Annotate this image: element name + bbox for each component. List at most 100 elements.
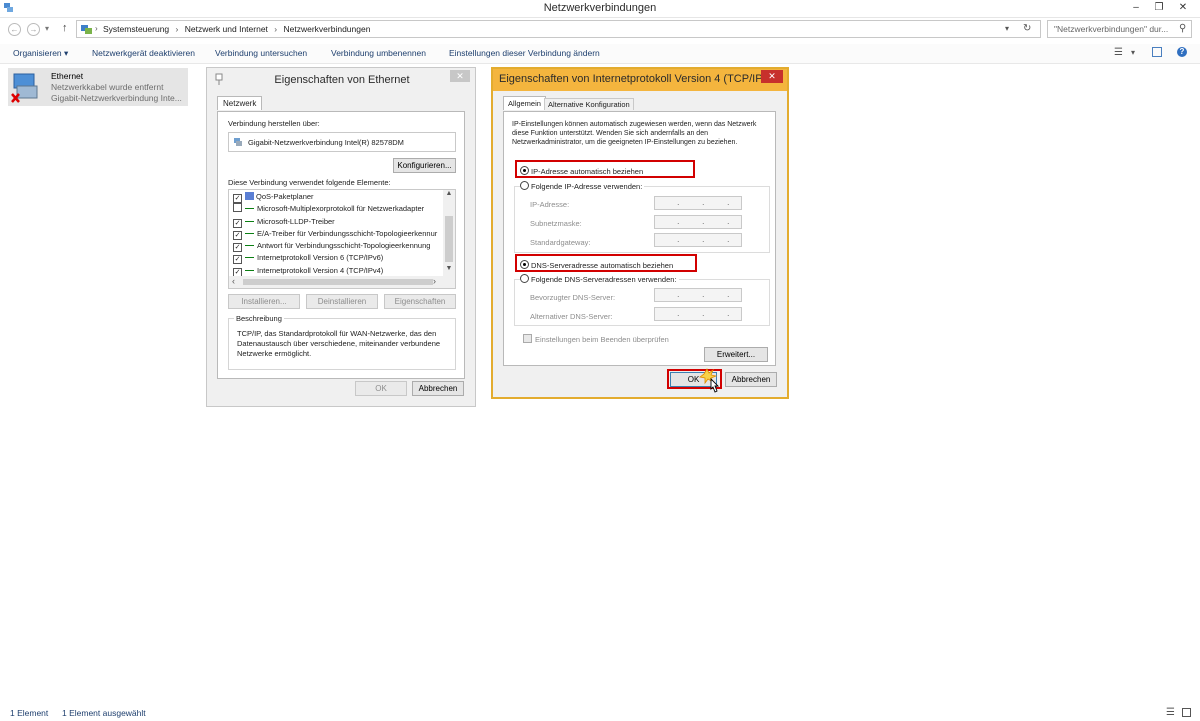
list-item[interactable]: ✓ Antwort für Verbindungsschicht-Topologi… (233, 240, 441, 253)
scroll-thumb[interactable] (445, 216, 453, 262)
scroll-left-icon[interactable]: ‹ (232, 276, 235, 286)
close-button[interactable]: ✕ (761, 70, 783, 83)
protocol-icon (245, 253, 254, 259)
connection-name: Ethernet (51, 71, 84, 81)
mouse-cursor-icon (699, 368, 720, 393)
configure-button[interactable]: Konfigurieren... (393, 158, 456, 173)
ethernet-connection-item[interactable]: Ethernet Netzwerkkabel wurde entfernt Gi… (8, 68, 188, 106)
protocol-icon (245, 229, 254, 234)
minimize-button[interactable]: – (1125, 1, 1147, 15)
control-panel-icon (81, 25, 92, 34)
subnet-mask-field[interactable]: . . . (654, 215, 742, 229)
description-text: TCP/IP, das Standardprotokoll für WAN-Ne… (237, 329, 441, 358)
preferred-dns-label: Bevorzugter DNS-Server: (530, 293, 616, 302)
qos-icon (245, 192, 254, 200)
ip-address-field[interactable]: . . . (654, 196, 742, 210)
scroll-down-icon[interactable]: ▼ (443, 265, 455, 272)
list-item[interactable]: Microsoft-Multiplexorprotokoll für Netzw… (233, 203, 441, 215)
checkbox[interactable]: ✓ (233, 230, 242, 240)
manual-dns-radio[interactable]: Folgende DNS-Serveradressen verwenden: (520, 274, 679, 284)
gateway-label: Standardgateway: (530, 238, 591, 247)
scroll-up-icon[interactable]: ▲ (443, 190, 455, 197)
organize-menu[interactable]: Organisieren ▾ (13, 48, 68, 59)
manual-ip-radio[interactable]: Folgende IP-Adresse verwenden: (520, 181, 645, 191)
advanced-button[interactable]: Erweitert... (704, 347, 768, 362)
checkbox[interactable]: ✓ (233, 243, 242, 253)
up-arrow-icon[interactable]: ↑ (62, 22, 68, 34)
adapter-name: Gigabit-Netzwerkverbindung Intel(R) 8257… (248, 138, 404, 147)
address-bar[interactable]: › Systemsteuerung › Netzwerk und Interne… (76, 20, 1041, 38)
recent-dropdown-icon[interactable]: ▾ (45, 24, 49, 33)
tab-panel: Verbindung herstellen über: Gigabit-Netz… (217, 111, 465, 379)
disable-device-button[interactable]: Netzwerkgerät deaktivieren (92, 48, 195, 58)
list-item-label: Antwort für Verbindungsschicht-Topologie… (257, 241, 431, 251)
validate-checkbox[interactable]: Einstellungen beim Beenden überprüfen (523, 334, 669, 344)
breadcrumb-netzwerkverbindungen[interactable]: Netzwerkverbindungen (284, 24, 371, 34)
checkbox[interactable] (233, 203, 242, 213)
search-input[interactable]: "Netzwerkverbindungen" dur... ⚲ (1047, 20, 1192, 38)
horizontal-scrollbar[interactable]: ‹ › (229, 276, 455, 288)
dialog-title: Eigenschaften von Ethernet (274, 74, 410, 86)
tab-network[interactable]: Netzwerk (217, 96, 263, 110)
preview-pane-icon[interactable] (1152, 47, 1162, 57)
checkbox[interactable]: ✓ (233, 255, 242, 265)
network-adapter-icon (11, 73, 38, 103)
protocol-icon (245, 217, 254, 222)
adapter-icon (234, 138, 242, 146)
install-button[interactable]: Installieren... (228, 294, 300, 309)
diagnose-connection-button[interactable]: Verbindung untersuchen (215, 48, 307, 58)
radio-icon (520, 181, 529, 190)
list-item[interactable]: ✓ QoS-Paketplaner (233, 191, 441, 203)
view-options-icon[interactable]: ☰ (1114, 47, 1123, 58)
view-dropdown-icon[interactable]: ▾ (1131, 48, 1135, 57)
help-icon[interactable]: ? (1177, 47, 1187, 57)
scroll-right-icon[interactable]: › (433, 276, 436, 286)
restore-button[interactable]: ❐ (1148, 1, 1170, 15)
rename-connection-button[interactable]: Verbindung umbenennen (331, 48, 426, 58)
address-dropdown-icon[interactable]: ▾ (1005, 24, 1009, 33)
validate-label: Einstellungen beim Beenden überprüfen (535, 335, 669, 344)
protocol-icon (245, 266, 254, 271)
refresh-icon[interactable]: ↻ (1023, 23, 1031, 34)
tab-general[interactable]: Allgemein (503, 96, 546, 110)
gateway-field[interactable]: . . . (654, 233, 742, 247)
list-item-label: QoS-Paketplaner (256, 192, 314, 201)
checkbox[interactable] (523, 334, 532, 343)
list-item[interactable]: ✓ Microsoft-LLDP-Treiber (233, 216, 441, 228)
back-button[interactable]: ← (8, 23, 21, 36)
cancel-button[interactable]: Abbrechen (412, 381, 464, 396)
ipv4-properties-dialog: Eigenschaften von Internetprotokoll Vers… (491, 67, 789, 399)
tab-panel: IP-Einstellungen können automatisch zuge… (503, 111, 776, 366)
large-icons-view-icon[interactable] (1182, 708, 1191, 717)
search-icon[interactable]: ⚲ (1179, 23, 1186, 34)
vertical-scrollbar[interactable]: ▲ ▼ (443, 190, 455, 276)
ok-button[interactable]: OK (355, 381, 407, 396)
list-item[interactable]: ✓ E/A-Treiber für Verbindungsschicht-Topo… (233, 228, 441, 240)
details-view-icon[interactable]: ☰ (1166, 707, 1175, 718)
checkbox[interactable]: ✓ (233, 218, 242, 228)
status-bar: 1 Element 1 Element ausgewählt ☰ (0, 706, 1200, 721)
change-settings-button[interactable]: Einstellungen dieser Verbindung ändern (449, 48, 600, 58)
adapter-field: Gigabit-Netzwerkverbindung Intel(R) 8257… (228, 132, 456, 152)
breadcrumb-systemsteuerung[interactable]: Systemsteuerung (103, 24, 169, 34)
checkbox[interactable]: ✓ (233, 194, 242, 203)
components-list[interactable]: ✓ QoS-Paketplaner Microsoft-Multiplexorpr… (228, 189, 456, 289)
tab-alternate[interactable]: Alternative Konfiguration (544, 98, 634, 110)
protocol-icon (245, 204, 254, 210)
uninstall-button[interactable]: Deinstallieren (306, 294, 378, 309)
close-button[interactable]: ✕ (450, 70, 470, 82)
properties-button[interactable]: Eigenschaften (384, 294, 456, 309)
radio-icon (520, 274, 529, 283)
list-item-label: E/A-Treiber für Verbindungsschicht-Topol… (257, 228, 438, 238)
cancel-button[interactable]: Abbrechen (725, 372, 777, 387)
close-button[interactable]: ✕ (1172, 1, 1194, 15)
alternate-dns-field[interactable]: . . . (654, 307, 742, 321)
breadcrumb-netzwerk-und-internet[interactable]: Netzwerk und Internet (185, 24, 268, 34)
list-item-label: Internetprotokoll Version 4 (TCP/IPv4) (257, 265, 384, 275)
forward-button[interactable]: → (27, 23, 40, 36)
ethernet-properties-dialog: Eigenschaften von Ethernet ✕ Netzwerk Ve… (206, 67, 476, 407)
scroll-thumb[interactable] (243, 279, 433, 285)
dialog-title: Eigenschaften von Internetprotokoll Vers… (499, 73, 771, 85)
list-item[interactable]: ✓ Internetprotokoll Version 6 (TCP/IPv6) (233, 252, 441, 265)
preferred-dns-field[interactable]: . . . (654, 288, 742, 302)
